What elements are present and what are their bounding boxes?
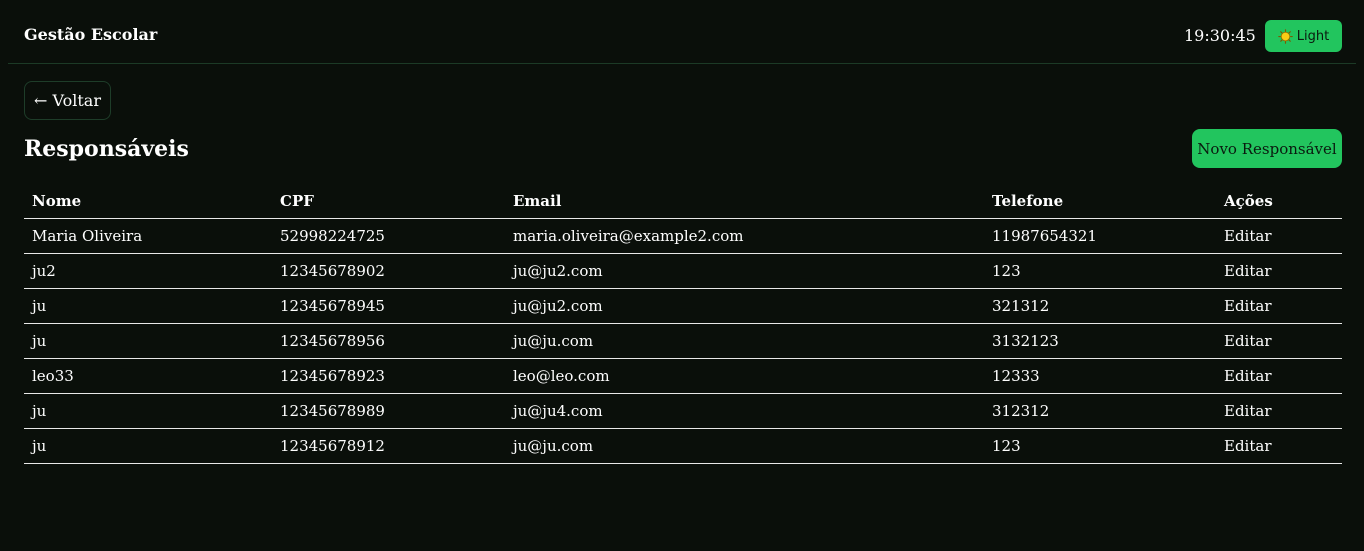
back-button-label: ← Voltar	[34, 91, 101, 110]
cell-telefone: 3132123	[984, 323, 1216, 359]
cell-cpf: 52998224725	[272, 218, 505, 254]
responsaveis-table: Nome CPF Email Telefone Ações Maria Oliv…	[24, 183, 1342, 464]
table-row: ju 12345678945 ju@ju2.com 321312 Editar	[24, 288, 1342, 324]
edit-link[interactable]: Editar	[1216, 358, 1342, 394]
cell-nome: leo33	[24, 358, 272, 394]
column-header-email: Email	[505, 183, 984, 219]
cell-nome: ju	[24, 288, 272, 324]
edit-link[interactable]: Editar	[1216, 393, 1342, 429]
table-row: ju 12345678989 ju@ju4.com 312312 Editar	[24, 393, 1342, 429]
cell-telefone: 12333	[984, 358, 1216, 394]
cell-nome: ju	[24, 428, 272, 464]
table-row: ju 12345678956 ju@ju.com 3132123 Editar	[24, 323, 1342, 359]
cell-nome: Maria Oliveira	[24, 218, 272, 254]
cell-cpf: 12345678945	[272, 288, 505, 324]
column-header-acoes: Ações	[1216, 183, 1342, 219]
theme-toggle-label: Light	[1296, 28, 1330, 44]
cell-email: ju@ju2.com	[505, 253, 984, 289]
cell-telefone: 123	[984, 428, 1216, 464]
edit-link[interactable]: Editar	[1216, 428, 1342, 464]
edit-link[interactable]: Editar	[1216, 288, 1342, 324]
cell-cpf: 12345678902	[272, 253, 505, 289]
cell-cpf: 12345678956	[272, 323, 505, 359]
cell-telefone: 11987654321	[984, 218, 1216, 254]
page-title: Responsáveis	[24, 136, 189, 162]
cell-email: ju@ju.com	[505, 323, 984, 359]
cell-email: ju@ju4.com	[505, 393, 984, 429]
cell-cpf: 12345678912	[272, 428, 505, 464]
table-row: ju 12345678912 ju@ju.com 123 Editar	[24, 428, 1342, 464]
cell-telefone: 312312	[984, 393, 1216, 429]
column-header-telefone: Telefone	[984, 183, 1216, 219]
app-title: Gestão Escolar	[24, 25, 158, 44]
column-header-nome: Nome	[24, 183, 272, 219]
table-row: leo33 12345678923 leo@leo.com 12333 Edit…	[24, 358, 1342, 394]
back-button[interactable]: ← Voltar	[24, 81, 111, 120]
column-header-cpf: CPF	[272, 183, 505, 219]
new-responsavel-button[interactable]: Novo Responsável	[1192, 129, 1342, 168]
table-header-row: Nome CPF Email Telefone Ações	[24, 183, 1342, 219]
table-row: Maria Oliveira 52998224725 maria.oliveir…	[24, 218, 1342, 254]
cell-nome: ju	[24, 323, 272, 359]
cell-email: leo@leo.com	[505, 358, 984, 394]
edit-link[interactable]: Editar	[1216, 253, 1342, 289]
cell-nome: ju	[24, 393, 272, 429]
table-row: ju2 12345678902 ju@ju2.com 123 Editar	[24, 253, 1342, 289]
cell-email: ju@ju.com	[505, 428, 984, 464]
cell-telefone: 123	[984, 253, 1216, 289]
sun-icon	[1277, 28, 1293, 44]
clock: 19:30:45	[1184, 26, 1256, 45]
edit-link[interactable]: Editar	[1216, 218, 1342, 254]
new-responsavel-label: Novo Responsável	[1197, 139, 1337, 158]
cell-nome: ju2	[24, 253, 272, 289]
cell-telefone: 321312	[984, 288, 1216, 324]
cell-email: ju@ju2.com	[505, 288, 984, 324]
theme-toggle-button[interactable]: Light	[1265, 20, 1342, 52]
app-header: Gestão Escolar 19:30:45 Light	[8, 8, 1356, 64]
cell-cpf: 12345678989	[272, 393, 505, 429]
cell-cpf: 12345678923	[272, 358, 505, 394]
cell-email: maria.oliveira@example2.com	[505, 218, 984, 254]
edit-link[interactable]: Editar	[1216, 323, 1342, 359]
